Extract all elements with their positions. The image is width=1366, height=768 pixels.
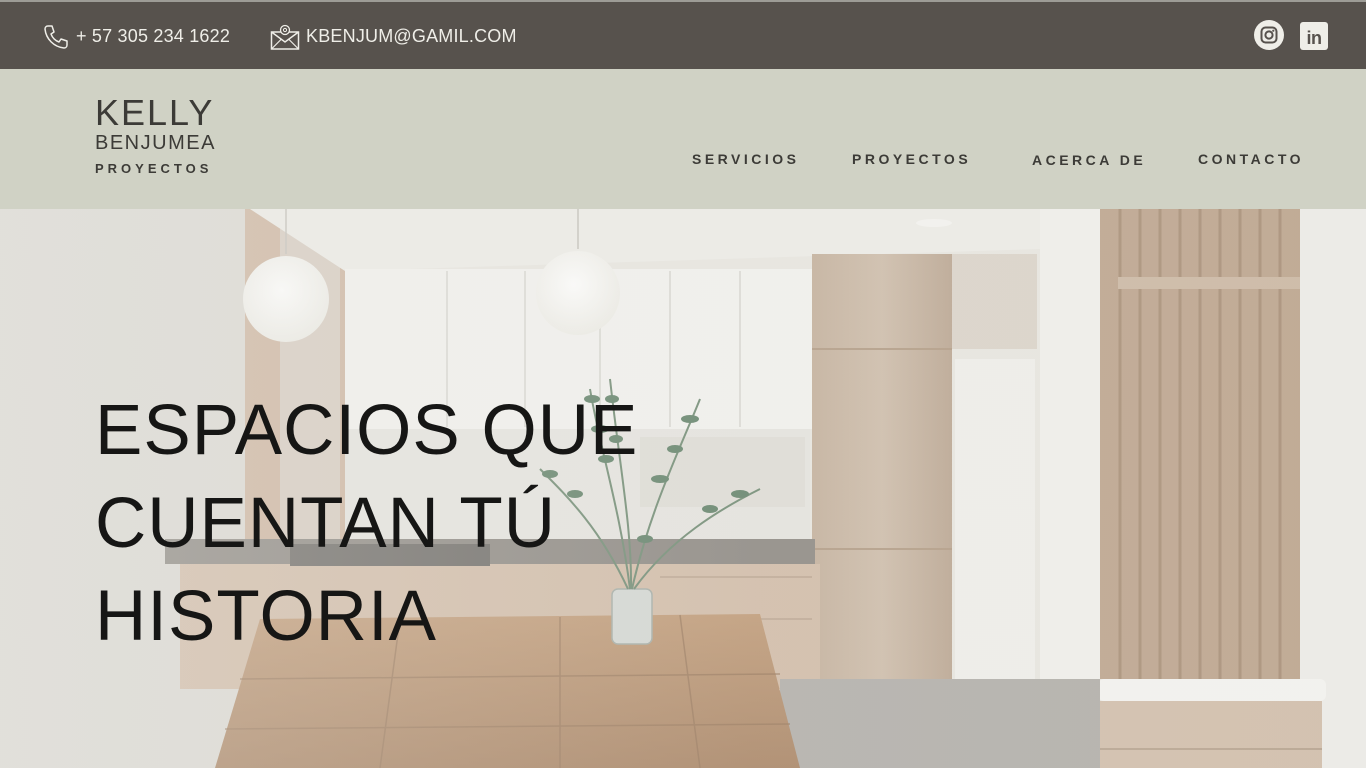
logo-tagline: PROYECTOS [95, 161, 213, 176]
nav-contacto[interactable]: CONTACTO [1198, 151, 1304, 167]
email-link[interactable]: KBENJUM@GAMIL.COM [270, 2, 517, 71]
hero-headline-line1: ESPACIOS QUE [95, 391, 639, 470]
nav-servicios[interactable]: SERVICIOS [692, 151, 800, 167]
phone-link[interactable]: + 57 305 234 1622 [42, 2, 230, 71]
hero-headline-line2: CUENTAN TÚ [95, 484, 556, 563]
envelope-icon [270, 24, 300, 50]
nav-acerca-de[interactable]: ACERCA DE [1032, 152, 1146, 168]
hero-headline: ESPACIOS QUE CUENTAN TÚ HISTORIA [95, 384, 638, 663]
logo[interactable]: KELLY BENJUMEA PROYECTOS [95, 95, 216, 177]
linkedin-link[interactable]: in [1300, 22, 1328, 50]
linkedin-icon: in [1306, 27, 1323, 48]
email-address: KBENJUM@GAMIL.COM [306, 26, 517, 46]
phone-number: + 57 305 234 1622 [76, 26, 231, 46]
site-header: KELLY BENJUMEA PROYECTOS SERVICIOS PROYE… [0, 69, 1366, 209]
phone-icon [44, 24, 68, 49]
hero-section: ESPACIOS QUE CUENTAN TÚ HISTORIA [0, 209, 1366, 768]
hero-headline-line3: HISTORIA [95, 577, 438, 656]
logo-name: KELLY [95, 92, 215, 133]
instagram-icon [1260, 26, 1278, 44]
logo-surname: BENJUMEA [95, 132, 216, 154]
top-contact-bar: + 57 305 234 1622 KBENJUM@GAMIL.COM in [0, 0, 1366, 69]
instagram-link[interactable] [1254, 20, 1284, 50]
nav-proyectos[interactable]: PROYECTOS [852, 151, 971, 167]
